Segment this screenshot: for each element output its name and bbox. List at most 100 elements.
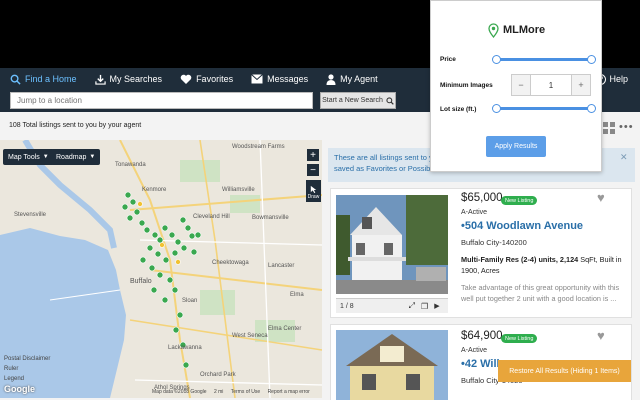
listing-status: A-Active xyxy=(461,209,488,216)
map-label: Bowmansville xyxy=(252,215,289,221)
map-label: Elma xyxy=(290,292,304,298)
map-tools-label: Map Tools xyxy=(8,153,40,161)
envelope-icon xyxy=(251,74,263,84)
pointer-icon xyxy=(310,185,317,194)
person-icon xyxy=(326,73,336,85)
nav-my-searches[interactable]: My Searches xyxy=(94,68,163,90)
new-search-label: Start a New Search xyxy=(322,97,383,104)
search-icon xyxy=(10,74,21,85)
listing-price: $65,000 xyxy=(461,192,503,204)
listing-photo[interactable] xyxy=(336,195,448,294)
nav-messages-label: Messages xyxy=(267,74,309,84)
listing-status: A-Active xyxy=(461,347,488,354)
listing-city: Buffalo City-140200 xyxy=(461,238,527,247)
download-icon xyxy=(94,74,106,85)
map-label: Lancaster xyxy=(268,263,295,269)
min-images-stepper[interactable]: − 1 + xyxy=(511,74,591,96)
nav-my-agent[interactable]: My Agent xyxy=(326,68,378,90)
search-icon xyxy=(386,96,394,105)
next-arrow-icon[interactable]: ▶ xyxy=(434,302,439,310)
price-slider[interactable] xyxy=(492,55,596,64)
house-photo-image xyxy=(336,330,448,400)
nav-my-agent-label: My Agent xyxy=(340,74,378,84)
decrement-button[interactable]: − xyxy=(512,75,530,95)
apply-results-button[interactable]: Apply Results xyxy=(486,136,546,157)
map-label: Cheektowaga xyxy=(212,260,249,266)
draw-label: Draw xyxy=(307,194,320,200)
map-type-label: Roadmap xyxy=(56,153,87,161)
popup-title: MLMore xyxy=(503,24,546,36)
photo-nav: 1 / 8 ⤢ ❐ ▶ xyxy=(336,298,448,313)
ruler-link[interactable]: Ruler xyxy=(4,366,18,372)
favorite-heart-icon[interactable]: ♥ xyxy=(597,328,605,343)
draw-button[interactable]: Draw xyxy=(306,180,321,202)
copy-icon[interactable]: ❐ xyxy=(421,302,428,311)
map-footer: Map data ©2018 Google 2 mi Terms of Use … xyxy=(152,389,316,395)
listing-price: $64,900 xyxy=(461,330,503,342)
map-label: Kenmore xyxy=(142,187,167,193)
more-options-icon[interactable]: ••• xyxy=(619,121,634,133)
close-icon[interactable]: ✕ xyxy=(620,152,628,163)
favorite-heart-icon[interactable]: ♥ xyxy=(597,190,605,205)
zoom-out-button[interactable]: − xyxy=(307,164,319,176)
lot-size-label: Lot size (ft.) xyxy=(440,106,477,113)
expand-icon[interactable]: ⤢ xyxy=(409,301,415,311)
map-label: Tonawanda xyxy=(115,162,146,168)
photo-count: 1 / 8 xyxy=(340,302,354,310)
app-window: Find a Home My Searches Favorites Messag… xyxy=(0,0,640,400)
postal-disclaimer-link[interactable]: Postal Disclaimer xyxy=(4,356,50,362)
report-error-link[interactable]: Report a map error xyxy=(268,389,310,395)
min-images-value[interactable]: 1 xyxy=(530,75,572,95)
listing-photo[interactable] xyxy=(336,330,448,400)
chevron-down-icon: ▼ xyxy=(42,154,49,160)
min-images-label: Minimum Images xyxy=(440,82,493,89)
chevron-down-icon: ▼ xyxy=(89,154,96,160)
heart-icon xyxy=(180,74,192,84)
listing-address[interactable]: •504 Woodlawn Avenue xyxy=(461,220,583,232)
new-search-button[interactable]: Start a New Search xyxy=(320,92,396,109)
map-data-text: Map data ©2018 Google xyxy=(152,389,207,395)
map-pin-icon xyxy=(488,23,499,38)
grid-view-icon[interactable] xyxy=(603,122,615,134)
terms-link[interactable]: Terms of Use xyxy=(231,389,260,395)
restore-results-button[interactable]: Restore All Results (Hiding 1 Items) xyxy=(498,360,631,382)
map-label: Elma Center xyxy=(268,326,302,332)
map-label: Stevensville xyxy=(14,212,47,218)
price-min-handle[interactable] xyxy=(492,55,501,64)
new-listing-badge: New Listing xyxy=(501,196,538,205)
help-label: Help xyxy=(609,74,628,84)
nav-my-searches-label: My Searches xyxy=(109,74,163,84)
map-type-button[interactable]: Roadmap ▼ xyxy=(51,149,101,165)
increment-button[interactable]: + xyxy=(572,75,590,95)
map-label: Orchard Park xyxy=(200,372,236,378)
map-label: Sloan xyxy=(182,298,198,304)
nav-favorites-label: Favorites xyxy=(196,74,234,84)
map-label: West Seneca xyxy=(232,333,268,339)
price-max-handle[interactable] xyxy=(587,55,596,64)
map-tools-button[interactable]: Map Tools ▼ xyxy=(3,149,54,165)
nav-favorites[interactable]: Favorites xyxy=(180,68,233,90)
total-listings: 108 Total listings sent to you by your a… xyxy=(9,122,142,129)
listing-address[interactable]: •42 Wilk xyxy=(461,358,503,370)
lot-size-max-handle[interactable] xyxy=(587,104,596,113)
map-label: Woodstream Farms xyxy=(232,144,285,150)
lot-size-slider[interactable] xyxy=(492,104,596,113)
lot-size-min-handle[interactable] xyxy=(492,104,501,113)
location-input[interactable] xyxy=(10,92,313,109)
nav-messages[interactable]: Messages xyxy=(251,68,308,90)
nav-find-home[interactable]: Find a Home xyxy=(10,68,77,90)
nav-find-home-label: Find a Home xyxy=(25,74,77,84)
map-label: Buffalo xyxy=(130,278,152,285)
map-label: Williamsville xyxy=(222,187,255,193)
price-label: Price xyxy=(440,56,456,63)
listing-details-bold: Multi-Family Res (2-4) units, 2,124 xyxy=(461,255,579,264)
new-listing-badge: New Listing xyxy=(501,334,538,343)
legend-link[interactable]: Legend xyxy=(4,376,24,382)
zoom-in-button[interactable]: + xyxy=(307,149,319,161)
map-scale-text: 2 mi xyxy=(213,389,224,395)
listing-remarks: Take advantage of this great opportunity… xyxy=(461,283,620,303)
house-photo-image xyxy=(336,195,448,294)
map-label: Cleveland Hill xyxy=(193,214,230,220)
listing-details: Multi-Family Res (2-4) units, 2,124 SqFt… xyxy=(461,254,627,276)
map-label: Lackawanna xyxy=(168,345,202,351)
